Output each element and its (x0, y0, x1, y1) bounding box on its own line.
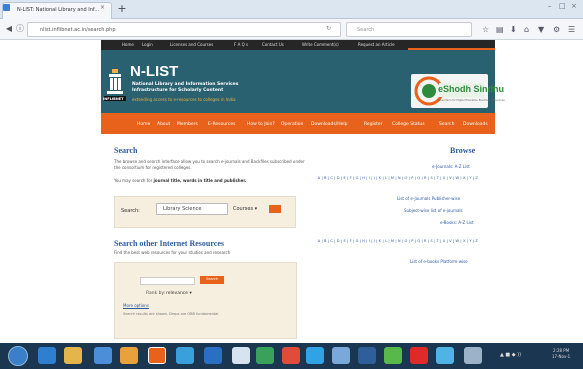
reload-icon[interactable]: ↻ (326, 25, 331, 32)
nav-members[interactable]: Members (177, 122, 198, 127)
taskbar-app5-icon[interactable] (436, 347, 454, 364)
search-hint-bold: journal title, words in title and publis… (153, 178, 247, 183)
nav-home[interactable]: Home (137, 122, 150, 127)
menu-icon[interactable]: ☰ (568, 25, 575, 34)
search-label: Search: (121, 208, 140, 214)
taskbar-paint-icon[interactable] (232, 347, 250, 364)
rank-by-value: relevance (166, 291, 189, 296)
eshodh-logo-subtext: Consortium for Higher Education Electron… (437, 99, 505, 102)
toplink-login[interactable]: Login (142, 42, 153, 47)
other-resources-description: Find the best web resources for your stu… (114, 250, 231, 255)
extension-icon[interactable]: ⚙ (553, 25, 560, 34)
search-go-button[interactable] (269, 205, 281, 213)
toplink-request-article[interactable]: Request an Article (358, 42, 395, 47)
start-button-icon[interactable] (8, 346, 28, 366)
taskbar-ie-icon[interactable] (38, 347, 56, 364)
nav-about[interactable]: About (157, 122, 170, 127)
toplink-write-comment[interactable]: Write Comment(s) (302, 42, 339, 47)
panel-note: Search results are shown. Drops are OBB … (123, 312, 220, 316)
browse-heading: Browse (450, 146, 476, 155)
tab-close-icon[interactable]: × (100, 4, 105, 11)
eshodh-sindhu-logo: eShodh Sindhu Consortium for Higher Educ… (411, 74, 505, 108)
browser-search-input[interactable]: Search (346, 22, 472, 37)
site-subtitle: National Library and Information Service… (132, 82, 282, 94)
subject-wise-link[interactable]: Subject-wise list of e-journals (404, 208, 463, 213)
search-scope-value: Courses (233, 206, 254, 212)
inflibnet-logo-icon (104, 69, 126, 101)
taskbar-opera-icon[interactable] (410, 347, 428, 364)
nav-downloads-help[interactable]: Downloads/Help (311, 122, 348, 127)
taskbar-app2-icon[interactable] (332, 347, 350, 364)
inflibnet-label: INFLIBNET (103, 97, 124, 101)
taskbar-ppt-icon[interactable] (282, 347, 300, 364)
nav-search[interactable]: Search (439, 122, 454, 127)
site-title: N-LIST (130, 63, 179, 80)
reading-list-icon[interactable]: ▤ (496, 25, 504, 34)
rank-by-select[interactable]: relevance ▾ (166, 291, 192, 296)
search-heading: Search (114, 146, 138, 155)
bookmark-star-icon[interactable]: ☆ (482, 25, 489, 34)
address-bar[interactable]: nlist.inflibnet.ac.in/search.php (27, 22, 341, 37)
publisher-wise-link[interactable]: List of e-Journals Publisher-wise (397, 196, 460, 201)
chevron-down-icon: ▾ (254, 206, 258, 212)
journal-alphabet-index[interactable]: A | B | C | D | E | F | G | H | I | J | … (302, 176, 478, 181)
rank-by-label: Rank by: (146, 291, 166, 296)
taskbar-app6-icon[interactable] (464, 347, 482, 364)
search-scope-select[interactable]: Courses ▾ (233, 203, 265, 215)
ejournals-az-link[interactable]: e-Journals: A-Z List (432, 164, 470, 169)
maximize-icon[interactable]: □ (559, 2, 566, 10)
system-tray-icons[interactable]: ▲ ■ ◆ )) (500, 352, 521, 358)
taskbar-word-icon[interactable] (204, 347, 222, 364)
browser-tab[interactable]: N-LIST: National Library and Inf... (2, 2, 112, 19)
tab-title: N-LIST: National Library and Inf... (17, 7, 100, 13)
site-tagline: extending access to e-resources to colle… (132, 97, 236, 102)
home-icon[interactable]: ⌂ (524, 25, 529, 34)
taskbar-chrome-icon[interactable] (176, 347, 194, 364)
taskbar-firefox-icon[interactable] (148, 347, 166, 364)
toplink-licenses[interactable]: Licenses and Courses (170, 42, 213, 47)
download-icon[interactable]: ⬇ (510, 25, 517, 34)
google-search-panel (114, 262, 297, 339)
taskbar-app4-icon[interactable] (384, 347, 402, 364)
taskbar-explorer-icon[interactable] (64, 347, 82, 364)
minimize-icon[interactable]: – (548, 2, 552, 10)
other-resources-heading: Search other Internet Resources (114, 239, 224, 248)
more-options-link[interactable]: More options (123, 303, 149, 308)
book-alphabet-index[interactable]: A | B | C | D | E | F | G | H | I | J | … (302, 239, 478, 244)
nav-how-to-join[interactable]: How to Join? (247, 122, 275, 127)
ebooks-platform-link[interactable]: List of e-books Platform-wise (410, 259, 468, 264)
nav-register[interactable]: Register (364, 122, 383, 127)
taskbar-excel-icon[interactable] (256, 347, 274, 364)
search-input[interactable]: Library Science (156, 203, 228, 215)
nav-e-resources[interactable]: E-Resources (208, 122, 235, 127)
toplink-contact[interactable]: Contact Us (262, 42, 284, 47)
browser-search-placeholder: Search (357, 27, 375, 33)
identity-info-icon[interactable]: ⓘ (14, 23, 26, 35)
taskbar-media-icon[interactable] (120, 347, 138, 364)
google-search-button[interactable]: Search (200, 276, 224, 284)
clock-date: 17-Nov-1 (552, 354, 571, 359)
toplink-faqs[interactable]: F A Q s (234, 42, 248, 47)
nav-downloads[interactable]: Downloads (463, 122, 488, 127)
nav-operation[interactable]: Operation (281, 122, 303, 127)
chevron-down-icon: ▾ (189, 291, 192, 296)
new-tab-button[interactable]: + (115, 3, 129, 16)
close-window-icon[interactable]: × (571, 2, 577, 10)
google-search-input[interactable] (140, 277, 195, 285)
tab-favicon-icon (3, 4, 10, 11)
eshodh-logo-text: eShodh Sindhu (438, 84, 504, 94)
search-hint-text: You may search for (114, 178, 154, 183)
taskbar-app3-icon[interactable] (358, 347, 376, 364)
taskbar-clock[interactable]: 2:28 PM 17-Nov-1 (552, 348, 570, 360)
taskbar-app-icon[interactable] (94, 347, 112, 364)
search-description: The browse and search interface allow yo… (114, 159, 305, 170)
pocket-icon[interactable]: ▼ (538, 25, 544, 34)
search-hint: You may search for journal title, words … (114, 178, 246, 183)
taskbar-network-icon[interactable] (306, 347, 324, 364)
toplink-home[interactable]: Home (122, 42, 134, 47)
site-subtitle-line2: Infrastructure for Scholarly Content (132, 88, 224, 93)
ebooks-az-link[interactable]: e-Books: A-Z List (440, 220, 474, 225)
nav-college-status[interactable]: College Status (392, 122, 425, 127)
